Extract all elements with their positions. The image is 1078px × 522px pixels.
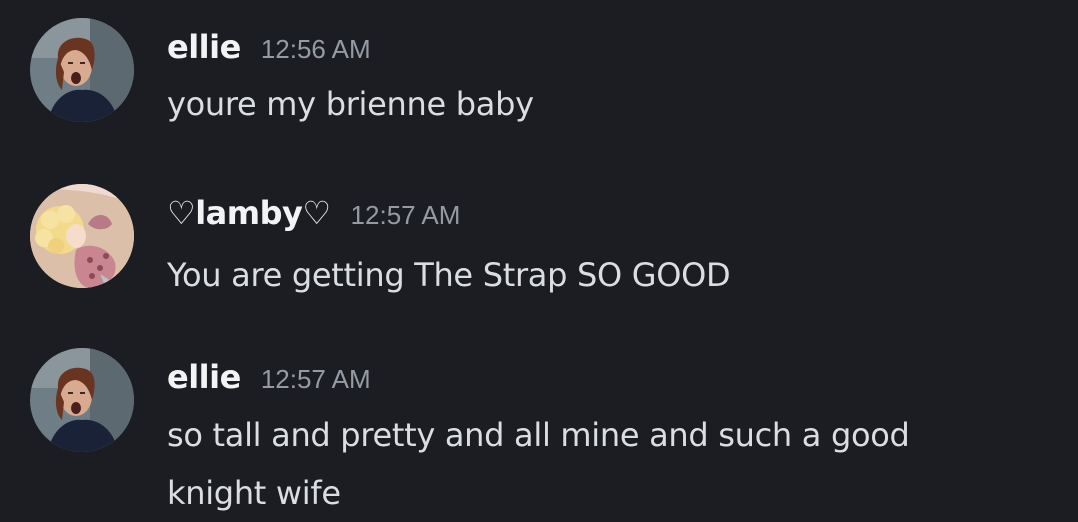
avatar-image [30, 184, 134, 288]
message-content: You are getting The Strap SO GOOD [167, 256, 731, 294]
timestamp[interactable]: 12:57 AM [351, 200, 461, 230]
message-header: ♡lamby♡ 12:57 AM [167, 194, 460, 238]
avatar-image [30, 18, 134, 122]
message-header: ellie 12:56 AM [167, 28, 371, 72]
message-header: ellie 12:57 AM [167, 358, 371, 402]
avatar-image [30, 348, 134, 452]
ellie-avatar[interactable] [30, 348, 134, 452]
username[interactable]: ♡lamby♡ [167, 194, 331, 232]
message-content: youre my brienne baby [167, 85, 534, 123]
message-content: so tall and pretty and all mine and such… [167, 416, 910, 512]
ellie-avatar[interactable] [30, 18, 134, 122]
timestamp[interactable]: 12:57 AM [261, 364, 371, 394]
username[interactable]: ellie [167, 28, 241, 66]
username[interactable]: ellie [167, 358, 241, 396]
timestamp[interactable]: 12:56 AM [261, 34, 371, 64]
lamby-avatar[interactable] [30, 184, 134, 288]
chat-message-list: ellie 12:56 AM youre my brienne baby ♡la… [0, 0, 1078, 521]
